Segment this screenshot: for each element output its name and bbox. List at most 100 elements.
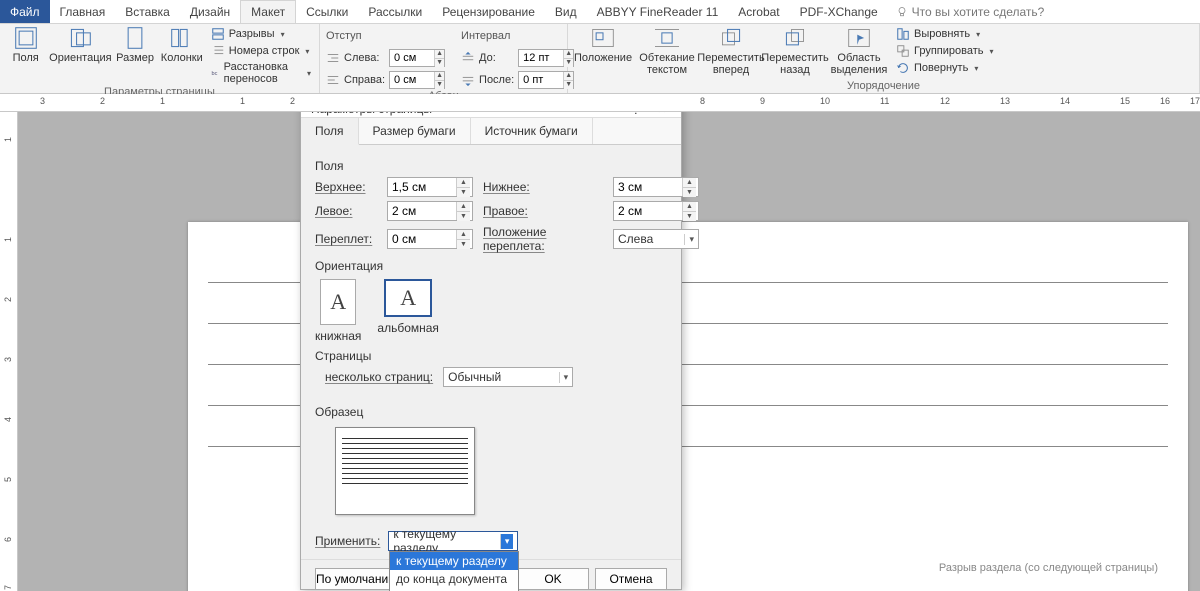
indent-left-input[interactable] bbox=[390, 50, 434, 66]
vertical-ruler[interactable]: 1 1 2 3 4 5 6 7 bbox=[0, 112, 18, 591]
size-button[interactable]: Размер bbox=[115, 26, 154, 64]
group-page-setup: Поля Ориентация Размер Колонки Разрывы bbox=[0, 24, 320, 93]
ruler-tick: 17 bbox=[1190, 96, 1200, 106]
breaks-icon bbox=[211, 27, 225, 41]
page-setup-dialog: Параметры страницы ? ✕ Поля Размер бумаг… bbox=[300, 112, 682, 590]
spin-down[interactable]: ▼ bbox=[435, 81, 444, 89]
rotate-button[interactable]: Повернуть bbox=[894, 60, 996, 76]
indent-left-spin[interactable]: ▲▼ bbox=[389, 49, 445, 67]
section-break-text: Разрыв раздела (со следующей страницы) bbox=[939, 562, 1158, 574]
tab-pdfxchange[interactable]: PDF-XChange bbox=[790, 0, 888, 23]
spacing-before-spin[interactable]: ▲▼ bbox=[518, 49, 574, 67]
chevron-down-icon: ▾ bbox=[500, 534, 514, 549]
tell-me-placeholder: Что вы хотите сделать? bbox=[912, 5, 1045, 19]
ruler-tick: 1 bbox=[160, 96, 165, 106]
ruler-tick: 1 bbox=[240, 96, 245, 106]
columns-icon bbox=[168, 26, 196, 50]
bottom-margin-input[interactable] bbox=[614, 178, 682, 196]
top-margin-input[interactable] bbox=[388, 178, 456, 196]
position-button[interactable]: Положение bbox=[574, 26, 632, 64]
dialog-tab-fields[interactable]: Поля bbox=[301, 118, 359, 145]
margins-button[interactable]: Поля bbox=[6, 26, 45, 64]
help-button[interactable]: ? bbox=[623, 112, 649, 117]
align-button[interactable]: Выровнять bbox=[894, 26, 996, 42]
orientation-button[interactable]: Ориентация bbox=[51, 26, 109, 64]
spin-down[interactable]: ▼ bbox=[435, 59, 444, 67]
tab-design[interactable]: Дизайн bbox=[180, 0, 240, 23]
hyphenation-button[interactable]: bc Расстановка переносов bbox=[209, 60, 313, 86]
gutter-input[interactable] bbox=[388, 230, 456, 248]
bottom-margin-label: Нижнее: bbox=[483, 180, 603, 194]
apply-to-select[interactable]: к текущему разделу▾ bbox=[388, 531, 518, 551]
bring-forward-button[interactable]: Переместить вперед bbox=[702, 26, 760, 76]
spin-up[interactable]: ▲ bbox=[435, 72, 444, 81]
gutter-pos-value: Слева bbox=[618, 232, 653, 246]
tab-file[interactable]: Файл bbox=[0, 0, 50, 23]
indent-right-input[interactable] bbox=[390, 72, 434, 88]
breaks-button[interactable]: Разрывы bbox=[209, 26, 313, 42]
spin-down[interactable]: ▼ bbox=[457, 188, 470, 197]
group-arrange: Положение Обтекание текстом Переместить … bbox=[568, 24, 1200, 93]
tab-insert[interactable]: Вставка bbox=[115, 0, 180, 23]
spin-down[interactable]: ▼ bbox=[457, 212, 470, 221]
selection-pane-button[interactable]: Область выделения bbox=[830, 26, 888, 76]
spacing-after-input[interactable] bbox=[519, 72, 563, 88]
spin-up[interactable]: ▲ bbox=[457, 202, 470, 212]
spin-up[interactable]: ▲ bbox=[683, 178, 696, 188]
document-area[interactable]: Разрыв раздела (со следующей страницы) П… bbox=[18, 112, 1200, 591]
close-button[interactable]: ✕ bbox=[649, 112, 675, 117]
send-backward-icon bbox=[781, 26, 809, 50]
dialog-body: Поля Верхнее: ▲▼ Нижнее: ▲▼ Левое: ▲▼ Пр… bbox=[301, 145, 681, 559]
ruler-tick: 1 bbox=[3, 237, 13, 242]
horizontal-ruler[interactable]: 3 2 1 1 2 8 9 10 11 12 13 14 15 16 17 bbox=[0, 94, 1200, 112]
tell-me-box[interactable]: Что вы хотите сделать? bbox=[896, 0, 1045, 23]
spin-down[interactable]: ▼ bbox=[683, 212, 696, 221]
ruler-tick: 11 bbox=[880, 96, 889, 106]
spacing-after-spin[interactable]: ▲▼ bbox=[518, 71, 574, 89]
tab-references[interactable]: Ссылки bbox=[296, 0, 358, 23]
right-margin-spin[interactable]: ▲▼ bbox=[613, 201, 699, 221]
tab-home[interactable]: Главная bbox=[50, 0, 116, 23]
spacing-before-input[interactable] bbox=[519, 50, 563, 66]
cancel-button[interactable]: Отмена bbox=[595, 568, 667, 590]
tab-layout[interactable]: Макет bbox=[240, 0, 296, 23]
spin-up[interactable]: ▲ bbox=[457, 178, 470, 188]
spin-down[interactable]: ▼ bbox=[457, 240, 470, 249]
orientation-landscape[interactable]: A альбомная bbox=[377, 279, 439, 343]
spin-up[interactable]: ▲ bbox=[683, 202, 696, 212]
send-backward-button[interactable]: Переместить назад bbox=[766, 26, 824, 76]
bottom-margin-spin[interactable]: ▲▼ bbox=[613, 177, 699, 197]
left-margin-input[interactable] bbox=[388, 202, 456, 220]
spin-up[interactable]: ▲ bbox=[435, 50, 444, 59]
tab-abbyy[interactable]: ABBYY FineReader 11 bbox=[587, 0, 729, 23]
tab-acrobat[interactable]: Acrobat bbox=[728, 0, 789, 23]
right-margin-input[interactable] bbox=[614, 202, 682, 220]
apply-opt-to-end[interactable]: до конца документа bbox=[390, 570, 518, 588]
spin-up[interactable]: ▲ bbox=[457, 230, 470, 240]
tab-review[interactable]: Рецензирование bbox=[432, 0, 545, 23]
gutter-spin[interactable]: ▲▼ bbox=[387, 229, 473, 249]
tab-view[interactable]: Вид bbox=[545, 0, 587, 23]
top-margin-spin[interactable]: ▲▼ bbox=[387, 177, 473, 197]
indent-right-spin[interactable]: ▲▼ bbox=[389, 71, 445, 89]
gutter-pos-select[interactable]: Слева▾ bbox=[613, 229, 699, 249]
group-objects-button[interactable]: Группировать bbox=[894, 43, 996, 59]
dialog-tab-paper[interactable]: Размер бумаги bbox=[359, 118, 471, 144]
group-objects-icon bbox=[896, 44, 910, 58]
dialog-tab-source[interactable]: Источник бумаги bbox=[471, 118, 593, 144]
tab-mailings[interactable]: Рассылки bbox=[358, 0, 432, 23]
spin-down[interactable]: ▼ bbox=[683, 188, 696, 197]
ok-button[interactable]: OK bbox=[517, 568, 589, 590]
orientation-portrait[interactable]: A книжная bbox=[315, 279, 361, 343]
multi-pages-select[interactable]: Обычный▾ bbox=[443, 367, 573, 387]
columns-button[interactable]: Колонки bbox=[161, 26, 203, 64]
wrap-text-button[interactable]: Обтекание текстом bbox=[638, 26, 696, 76]
chevron-down-icon: ▾ bbox=[559, 372, 569, 383]
align-label: Выровнять bbox=[914, 28, 970, 40]
gutter-label: Переплет: bbox=[315, 232, 377, 246]
left-margin-spin[interactable]: ▲▼ bbox=[387, 201, 473, 221]
apply-opt-current-section[interactable]: к текущему разделу bbox=[390, 552, 518, 570]
pages-section-label: Страницы bbox=[315, 349, 667, 363]
section-fields-label: Поля bbox=[315, 159, 667, 173]
line-numbers-button[interactable]: Номера строк bbox=[209, 43, 313, 59]
